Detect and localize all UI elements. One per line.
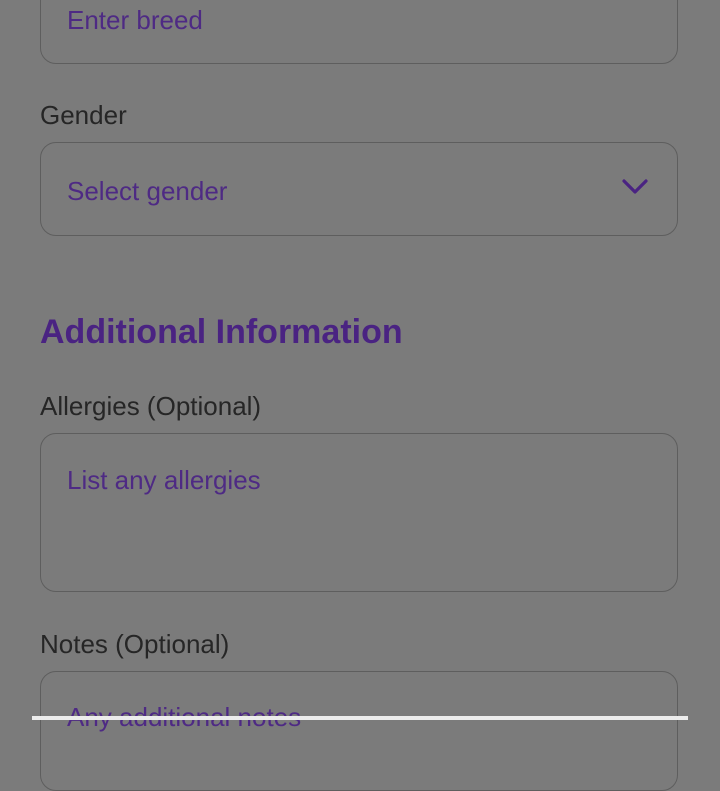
allergies-textarea[interactable]: List any allergies bbox=[40, 433, 678, 592]
gender-select[interactable]: Select gender bbox=[40, 142, 678, 236]
bottom-edge-divider bbox=[32, 716, 688, 720]
allergies-label: Allergies (Optional) bbox=[40, 391, 262, 421]
breed-input[interactable]: Enter breed bbox=[40, 0, 678, 64]
chevron-down-icon[interactable] bbox=[621, 177, 649, 197]
allergies-placeholder: List any allergies bbox=[67, 465, 261, 495]
additional-information-heading: Additional Information bbox=[40, 313, 403, 351]
notes-textarea[interactable]: Any additional notes bbox=[40, 671, 678, 791]
breed-placeholder: Enter breed bbox=[67, 5, 203, 35]
gender-placeholder: Select gender bbox=[67, 176, 228, 206]
notes-label: Notes (Optional) bbox=[40, 629, 230, 659]
gender-label: Gender bbox=[40, 100, 127, 130]
